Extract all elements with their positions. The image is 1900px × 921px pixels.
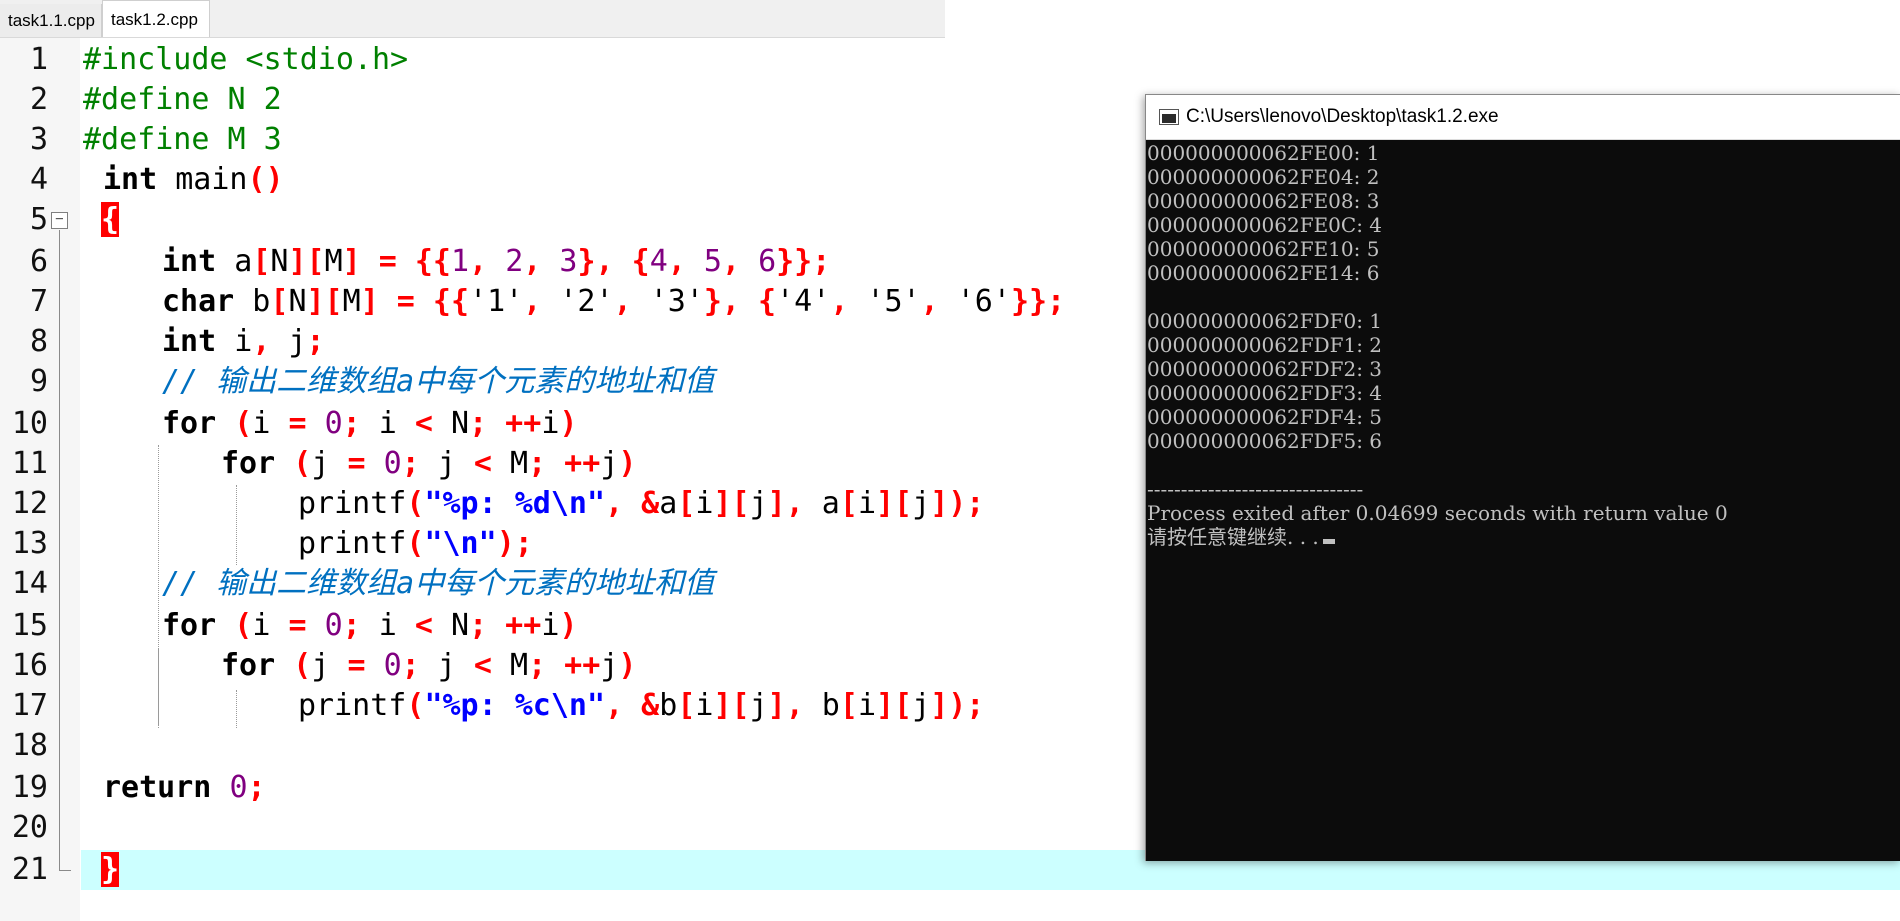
code-line-3[interactable]: #define M 3 [83,120,282,160]
console-line: 000000000062FE00: 1 [1147,141,1379,165]
tab-task1-2[interactable]: task1.2.cpp [102,0,210,37]
indent-guide [236,485,237,565]
console-line-text: 000000000062FE00: 1 [1147,141,1380,165]
code-line-1[interactable]: #include <stdio.h> [83,40,408,80]
code-line-12[interactable]: printf("%p: %d\n", &a[i][j], a[i][j]); [298,484,984,524]
console-app-icon [1159,109,1179,125]
line-number: 14 [11,566,48,601]
line-number: 17 [11,688,48,723]
code-line-16[interactable]: for (j = 0; j < M; ++j) [221,646,636,686]
console-line: 000000000062FDF2: 3 [1147,357,1382,381]
console-line: 000000000062FE04: 2 [1147,165,1379,189]
line-number: 8 [29,324,48,359]
console-line-text: -------------------------------- [1147,477,1364,501]
line-number: 15 [11,608,48,643]
code-line-19[interactable]: return 0; [103,768,266,808]
console-line-text: Process exited after 0.04699 seconds wit… [1147,501,1728,525]
line-number: 18 [11,728,48,763]
line-number: 9 [29,364,48,399]
console-line: 000000000062FE0C: 4 [1147,213,1382,237]
indent-guide [236,690,237,728]
line-number: 19 [11,770,48,805]
line-number: 1 [29,42,48,77]
console-line-text: 000000000062FDF5: 6 [1147,429,1383,453]
editor-tab-bar: task1.1.cpp task1.2.cpp [0,0,945,38]
console-line-text: 000000000062FE04: 2 [1147,165,1380,189]
console-line-text: 000000000062FE10: 5 [1147,237,1380,261]
console-line-text: 000000000062FDF4: 5 [1147,405,1383,429]
code-line-13[interactable]: printf("\n"); [298,524,533,564]
console-line-text: 000000000062FDF0: 1 [1147,309,1383,333]
line-number: 21 [11,852,48,887]
console-line: -------------------------------- [1147,477,1363,501]
console-line: 000000000062FE08: 3 [1147,189,1379,213]
line-number: 2 [29,82,48,117]
console-line: 请按任意键继续. . . [1147,525,1335,549]
console-line: 000000000062FDF5: 6 [1147,429,1382,453]
console-line: 000000000062FE10: 5 [1147,237,1379,261]
line-number: 7 [29,284,48,319]
console-line-text: 000000000062FDF3: 4 [1147,381,1383,405]
console-line-text: 000000000062FE08: 3 [1147,189,1380,213]
code-line-4[interactable]: int main() [103,160,284,200]
console-line-text: 000000000062FE14: 6 [1147,261,1380,285]
line-number: 20 [11,810,48,845]
indent-guide [158,648,159,728]
console-line: 000000000062FDF1: 2 [1147,333,1382,357]
console-line: 000000000062FDF3: 4 [1147,381,1382,405]
code-line-17[interactable]: printf("%p: %c\n", &b[i][j], b[i][j]); [298,686,984,726]
code-line-14[interactable]: // 输出二维数组a中每个元素的地址和值 [162,564,714,604]
line-number: 13 [11,526,48,561]
code-line-10[interactable]: for (i = 0; i < N; ++i) [162,404,577,444]
console-title-bar[interactable]: C:\Users\lenovo\Desktop\task1.2.exe [1146,95,1900,140]
console-line-text: 000000000062FDF2: 3 [1147,357,1383,381]
console-line: Process exited after 0.04699 seconds wit… [1147,501,1728,525]
line-number: 16 [11,648,48,683]
console-line: 000000000062FE14: 6 [1147,261,1379,285]
code-line-9[interactable]: // 输出二维数组a中每个元素的地址和值 [162,362,714,402]
console-window[interactable]: C:\Users\lenovo\Desktop\task1.2.exe 0000… [1145,94,1900,861]
console-line-text: 000000000062FDF1: 2 [1147,333,1383,357]
code-line-6[interactable]: int a[N][M] = {{1, 2, 3}, {4, 5, 6}}; [162,242,830,282]
code-line-7[interactable]: char b[N][M] = {{'1', '2', '3'}, {'4', '… [162,282,1065,322]
tab-task1-1[interactable]: task1.1.cpp [0,4,102,37]
code-line-8[interactable]: int i, j; [162,322,325,362]
code-line-2[interactable]: #define N 2 [83,80,282,120]
line-number: 3 [29,122,48,157]
line-number: 5 [29,202,48,237]
fold-range-end [59,870,71,871]
line-number: 11 [11,446,48,481]
console-title: C:\Users\lenovo\Desktop\task1.2.exe [1186,106,1499,127]
line-number: 10 [11,406,48,441]
fold-collapse-icon[interactable]: − [51,212,68,229]
code-line-11[interactable]: for (j = 0; j < M; ++j) [221,444,636,484]
code-line-15[interactable]: for (i = 0; i < N; ++i) [162,606,577,646]
fold-range-line [59,230,60,870]
line-number: 6 [29,244,48,279]
line-number: 12 [11,486,48,521]
code-line-21[interactable]: } [101,850,120,890]
line-number: 4 [29,162,48,197]
console-cursor [1322,539,1335,544]
console-line-text: 000000000062FE0C: 4 [1147,213,1383,237]
console-line: 000000000062FDF0: 1 [1147,309,1382,333]
code-line-5[interactable]: { [101,200,120,240]
console-line: 000000000062FDF4: 5 [1147,405,1382,429]
console-line-text: 请按任意键继续. . . [1147,525,1319,549]
